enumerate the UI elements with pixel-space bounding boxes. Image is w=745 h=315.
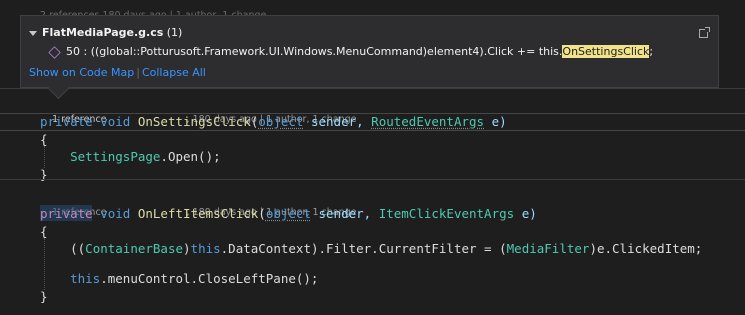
reference-highlight: OnSettingsClick: [562, 45, 650, 58]
popup-pointer: [47, 77, 70, 100]
dock-popup-icon[interactable]: [699, 27, 710, 38]
codelens-method2: 1 reference, 180 days ago | 1 author, 1 …: [40, 192, 356, 218]
method-name-onsettingsclick: OnSettingsClick: [137, 114, 251, 129]
code-line-body1[interactable]: SettingsPage.Open();: [40, 148, 221, 166]
popup-file-header[interactable]: FlatMediaPage.g.cs (1): [29, 26, 182, 39]
code-line-body2-2[interactable]: this.menuControl.CloseLeftPane();: [40, 270, 318, 288]
method-separator: [0, 179, 745, 180]
reference-icon: [48, 45, 61, 59]
code-editor[interactable]: 2 references 180 days ago | 1 author, 1 …: [0, 0, 745, 315]
code-line-signature1[interactable]: private void OnSettingsClick(object send…: [40, 113, 507, 131]
popup-links: Show on Code Map | Collapse All: [29, 66, 206, 79]
collapse-triangle-icon[interactable]: [29, 30, 37, 36]
method-name-onleftitemsclick: OnLeftItemsClick: [137, 206, 259, 221]
method-separator: [0, 88, 745, 89]
code-line-brace-close2[interactable]: }: [40, 288, 48, 306]
code-line-body2-1[interactable]: ((ContainerBase)this.DataContext).Filter…: [40, 240, 702, 258]
code-line-signature2[interactable]: private void OnLeftItemsClick(object sen…: [40, 205, 537, 223]
popup-file-count: (1): [166, 26, 183, 39]
show-on-code-map-link[interactable]: Show on Code Map: [29, 66, 134, 79]
codelens-references-popup: FlatMediaPage.g.cs (1) 50 : ((global::Po…: [20, 15, 719, 100]
codelens-method1: 1 reference, 180 days ago | 1 author, 1 …: [40, 99, 356, 125]
popup-reference-item[interactable]: 50 : ((global::Potturusoft.Framework.UI.…: [48, 45, 653, 59]
popup-file-name: FlatMediaPage.g.cs: [42, 26, 164, 39]
collapse-all-link[interactable]: Collapse All: [142, 66, 206, 79]
indent-guide: [44, 238, 45, 290]
indent-guide: [44, 146, 45, 168]
code-line-brace-close1[interactable]: }: [40, 166, 48, 184]
